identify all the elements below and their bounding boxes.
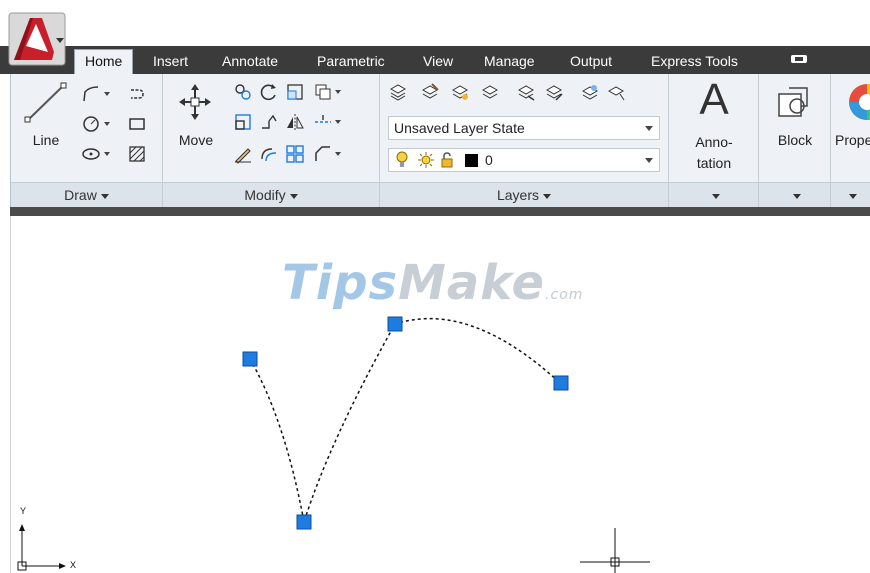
- application-menu-button[interactable]: [8, 12, 66, 66]
- ucs-x-label: X: [70, 560, 77, 570]
- ucs-y-label: Y: [20, 506, 27, 516]
- ucs-icon: [17, 524, 66, 571]
- drawing-overlay: [17, 316, 650, 573]
- app-menu-icon: [8, 12, 66, 66]
- grip-point[interactable]: [242, 351, 258, 367]
- spline-curve[interactable]: [249, 317, 561, 523]
- grip-point[interactable]: [296, 514, 312, 530]
- grip-point[interactable]: [387, 316, 403, 332]
- crosshair-cursor-icon: [580, 528, 650, 573]
- grip-point[interactable]: [553, 375, 569, 391]
